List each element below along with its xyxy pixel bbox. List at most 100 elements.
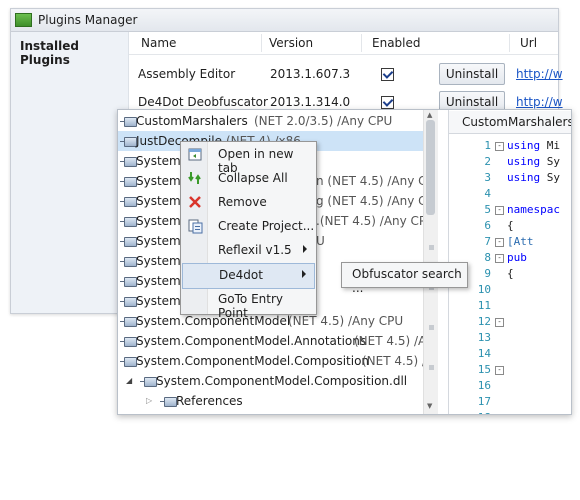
scroll-marker [429,365,434,370]
fold-toggle-icon[interactable]: - [495,254,504,263]
scroll-marker [429,325,434,330]
line-number: 15 [477,363,491,376]
tree-item[interactable]: ▷ References [118,391,423,411]
line-number: 17 [477,395,491,408]
tree-item[interactable]: System.ComponentModel.Annotations (NET 4… [118,331,423,351]
line-number: 4 [484,187,491,200]
tree-item-label: System.ComponentModel.Annotations [136,334,367,348]
line-number: 3 [484,171,491,184]
menu-item-collapse-all[interactable]: Collapse All [182,167,315,191]
line-number: 11 [477,299,491,312]
code-line[interactable]: using Sy [507,170,560,186]
line-number: 16 [477,379,491,392]
fold-toggle-icon[interactable]: - [495,238,504,247]
plugins-table-header: Name Version Enabled Url [129,32,558,55]
scroll-down-icon[interactable]: ▼ [427,402,432,410]
code-text: [Att [507,235,534,248]
code-line[interactable]: { [507,218,514,234]
open-tab-icon [188,147,203,162]
menu-item-reflexil[interactable]: Reflexil v1.5 [182,239,315,263]
tree-item-version: (NET 4.5) /A [354,334,423,348]
menu-item-goto-entry-point[interactable]: GoTo Entry Point [182,288,315,320]
code-line[interactable]: using Mi [507,138,560,154]
code-keyword: using [507,139,541,152]
tree-item-version: (NET 2.0/3.5) /Any CPU [254,114,393,128]
scroll-up-icon[interactable]: ▲ [427,111,432,119]
column-header-version[interactable]: Version [269,36,313,50]
code-keyword: using [507,171,541,184]
column-divider [361,34,362,52]
fold-toggle-icon[interactable]: - [495,142,504,151]
fold-toggle-icon[interactable]: - [495,366,504,375]
code-line[interactable]: using Sy [507,154,560,170]
code-keyword: namespac [507,203,560,216]
tree-item[interactable]: CustomMarshalers (NET 2.0/3.5) /Any CPU [118,111,423,131]
plugin-version: 2013.1.314.0 [270,95,351,109]
line-number: 14 [477,347,491,360]
context-menu: Open in new tab Collapse All Remove Crea… [180,141,317,320]
menu-item-de4dot[interactable]: De4dot [182,263,315,289]
code-line[interactable]: { [507,266,514,282]
installed-plugins-label[interactable]: Installed Plugins [20,39,128,67]
collapse-arrow-icon[interactable]: ◢ [126,371,132,391]
plugins-manager-title: Plugins Manager [38,13,138,27]
column-header-url[interactable]: Url [520,36,537,50]
line-number: 7 [484,235,491,248]
de4dot-submenu: Obfuscator search ... [341,262,468,295]
tree-item-version: n (NET 4.5) /Any C [316,174,423,188]
fold-toggle-icon[interactable]: - [495,206,504,215]
code-text: Mi [540,139,560,152]
tree-item[interactable]: ◢ System.ComponentModel.Composition.dll [118,371,423,391]
plugins-manager-titlebar[interactable]: Plugins Manager [11,9,558,32]
fold-toggle-icon[interactable]: - [495,414,504,415]
uninstall-button[interactable]: Uninstall [439,63,505,85]
line-number: 13 [477,331,491,344]
plugins-sidebar: Installed Plugins [11,32,129,313]
tree-item-label: References [176,394,243,408]
menu-item-label: GoTo Entry Point [218,292,284,320]
scrollbar-thumb[interactable] [426,120,435,215]
code-keyword: using [507,155,541,168]
menu-item-label: Reflexil v1.5 [218,243,292,257]
tree-item-label: System [136,154,181,168]
plugin-name: De4Dot Deobfuscator [138,95,268,109]
code-text: Sy [540,155,560,168]
code-tab-title: CustomMarshalers [462,115,572,129]
column-header-name[interactable]: Name [141,36,176,50]
line-number: 6 [484,219,491,232]
menu-item-label: Create Project... [218,219,315,233]
code-line[interactable]: pub [507,250,527,266]
plugin-enabled-checkbox[interactable] [381,96,394,109]
tree-item-label: System.ComponentModel.Composition.dll [156,374,408,388]
menu-item-create-project[interactable]: Create Project... [182,215,315,239]
fold-toggle-icon[interactable]: - [495,318,504,327]
code-tab[interactable]: CustomMarshalers [449,111,572,134]
code-text: { [507,267,514,280]
collapse-all-icon [188,171,203,186]
column-header-enabled[interactable]: Enabled [372,36,421,50]
line-number: 5 [484,203,491,216]
code-line[interactable]: [Att [507,234,534,250]
column-divider [509,34,510,52]
code-text: pub [507,251,527,264]
create-project-icon [188,219,203,234]
menu-item-obfuscator-search[interactable]: Obfuscator search ... [352,267,467,295]
tree-item[interactable]: System.ComponentModel.Composition (NET 4… [118,351,423,371]
plugin-url-link[interactable]: http://w [516,67,563,81]
code-line[interactable]: namespac [507,202,560,218]
code-text: { [507,219,514,232]
line-number: 12 [477,315,491,328]
column-divider [261,34,262,52]
plugin-url-link[interactable]: http://w [516,95,563,109]
line-number: 2 [484,155,491,168]
plugin-row: Assembly Editor 2013.1.607.3 Uninstall h… [129,62,563,88]
expand-arrow-icon[interactable]: ▷ [146,391,152,411]
plugin-enabled-checkbox[interactable] [381,68,394,81]
tree-item-label: System.ComponentModel.Composition [136,354,370,368]
menu-item-remove[interactable]: Remove [182,191,315,215]
tree-item-version: U [316,234,325,248]
plugin-version: 2013.1.607.3 [270,67,351,81]
scroll-marker [429,245,434,250]
menu-item-open-in-new-tab[interactable]: Open in new tab [182,143,315,175]
line-number: 18 [455,410,491,414]
